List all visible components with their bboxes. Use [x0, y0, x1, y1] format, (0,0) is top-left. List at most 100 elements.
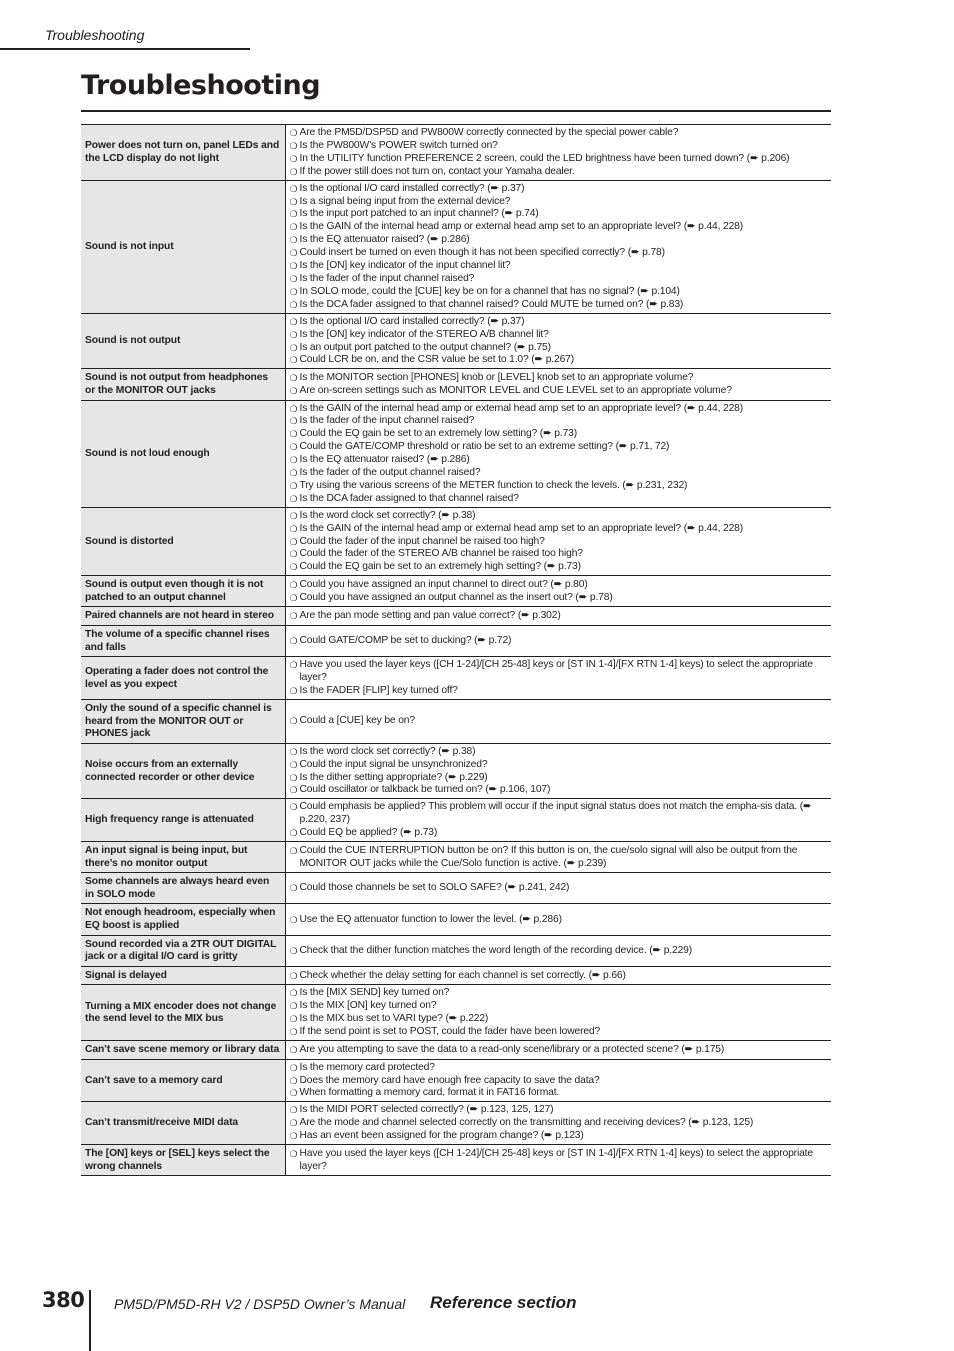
circle-bullet-icon: ❍ — [289, 970, 298, 981]
circle-bullet-icon: ❍ — [289, 316, 298, 327]
check-item: ❍ Is the word clock set correctly? (➨ p.3… — [290, 746, 832, 759]
checks-cell: ❍ Are you attempting to save the data to … — [285, 1041, 831, 1060]
circle-bullet-icon: ❍ — [289, 342, 298, 353]
circle-bullet-icon: ❍ — [289, 1148, 298, 1159]
section-name: Reference section — [430, 1293, 577, 1312]
check-item: ❍ Use the EQ attenuator function to lower… — [290, 914, 832, 927]
check-text: Is the [ON] key indicator of the input c… — [299, 260, 511, 272]
checks-cell: ❍ Are the PM5D/DSP5D and PW800W correctly… — [285, 125, 831, 181]
table-row: Sound is distorted ❍ Is the word clock set… — [81, 507, 831, 576]
circle-bullet-icon: ❍ — [289, 209, 298, 220]
checks-cell: ❍ Have you used the layer keys ([CH 1-24]… — [285, 657, 831, 700]
check-item: ❍ Is the fader of the input channel raise… — [290, 415, 832, 428]
check-text: Is the GAIN of the internal head amp or … — [299, 522, 744, 534]
check-item: ❍ Could a [CUE] key be on? — [290, 715, 832, 728]
problem-cell: Can’t transmit/receive MIDI data — [81, 1101, 286, 1145]
check-item: ❍ Is the memory card protected? — [290, 1062, 832, 1075]
table-row: Noise occurs from an externally connecte… — [81, 743, 831, 799]
table-row: Turning a MIX encoder does not change th… — [81, 984, 831, 1041]
table-row: Can’t save to a memory card ❍ Is the memor… — [81, 1059, 831, 1102]
check-text: Try using the various screens of the MET… — [299, 479, 688, 491]
check-text: Could the fader of the STEREO A/B channe… — [299, 548, 584, 560]
circle-bullet-icon: ❍ — [289, 1044, 298, 1055]
circle-bullet-icon: ❍ — [289, 385, 298, 396]
check-text: Could emphasis be applied? This problem … — [299, 801, 812, 826]
circle-bullet-icon: ❍ — [289, 914, 298, 925]
circle-bullet-icon: ❍ — [289, 429, 298, 440]
check-text: Is the GAIN of the internal head amp or … — [299, 221, 744, 233]
checks-cell: ❍ Is the optional I/O card installed corr… — [285, 313, 831, 369]
check-item: ❍ Is the input port patched to an input c… — [290, 208, 832, 221]
table-row: An input signal is being input, but ther… — [81, 841, 832, 873]
check-text: Is the EQ attenuator raised? (➨ p.286) — [299, 454, 470, 466]
check-text: Is the dither setting appropriate? (➨ p.… — [299, 771, 488, 783]
check-text: If the power still does not turn on, con… — [299, 165, 575, 177]
check-item: ❍ Is the dither setting appropriate? (➨ p… — [290, 772, 832, 785]
circle-bullet-icon: ❍ — [289, 1088, 298, 1099]
check-text: Is the GAIN of the internal head amp or … — [299, 402, 744, 414]
check-text: Is the MIX [ON] key turned on? — [299, 1000, 437, 1012]
checks-cell: ❍ Check whether the delay setting for eac… — [285, 966, 831, 985]
check-text: In SOLO mode, could the [CUE] key be on … — [299, 285, 680, 297]
check-item: ❍ Is a signal being input from the extern… — [290, 196, 832, 209]
problem-cell: The [ON] keys or [SEL] keys select the w… — [81, 1144, 286, 1176]
table-row: Sound recorded via a 2TR OUT DIGITAL jac… — [81, 935, 831, 967]
check-text: Could the GATE/COMP threshold or ratio b… — [299, 441, 670, 453]
checks-cell: ❍ Could GATE/COMP be set to ducking? (➨ p… — [285, 626, 831, 657]
circle-bullet-icon: ❍ — [289, 759, 298, 770]
check-item: ❍ Is the EQ attenuator raised? (➨ p.286) — [290, 454, 832, 467]
check-text: Is the MIDI PORT selected correctly? (➨ … — [299, 1104, 554, 1116]
check-item: ❍ Could the fader of the STEREO A/B chann… — [290, 548, 832, 561]
check-text: Is the MONITOR section [PHONES] knob or … — [299, 372, 694, 383]
check-text: Is the word clock set correctly? (➨ p.38… — [299, 745, 476, 757]
check-text: Are on-screen settings such as MONITOR L… — [299, 384, 732, 396]
checks-cell: ❍ Is the word clock set correctly? (➨ p.3… — [285, 743, 831, 799]
circle-bullet-icon: ❍ — [289, 248, 298, 259]
check-text: Have you used the layer keys ([CH 1-24]/… — [299, 659, 814, 684]
check-text: Could oscillator or talkback be turned o… — [299, 784, 551, 796]
check-item: ❍ Is the [ON] key indicator of the input … — [290, 260, 832, 273]
check-text: Is the EQ attenuator raised? (➨ p.286) — [299, 234, 470, 246]
problem-cell: Can’t save scene memory or library data — [81, 1040, 286, 1060]
check-item: ❍ Has an event been assigned for the prog… — [290, 1130, 832, 1143]
check-text: Is an output port patched to the output … — [299, 341, 552, 353]
table-row: Some channels are always heard even in S… — [81, 872, 832, 904]
circle-bullet-icon: ❍ — [289, 329, 298, 340]
problem-cell: Paired channels are not heard in stereo — [81, 606, 286, 626]
table-row: Operating a fader does not control the l… — [81, 656, 831, 700]
checks-cell: ❍ Use the EQ attenuator function to lower… — [285, 904, 831, 935]
checks-cell: ❍ Check that the dither function matches … — [285, 935, 831, 966]
check-item: ❍ Could those channels be set to SOLO SAF… — [290, 882, 832, 895]
table-row: Sound is output even though it is not pa… — [81, 575, 831, 607]
check-item: ❍ Is the PW800W’s POWER switch turned on? — [290, 140, 832, 153]
checks-cell: ❍ Is the [MIX SEND] key turned on? ❍ Is the… — [285, 985, 831, 1041]
check-item: ❍ Could the EQ gain be set to an extremel… — [290, 561, 832, 574]
checks-cell: ❍ Have you used the layer keys ([CH 1-24]… — [285, 1145, 831, 1176]
table-row: High frequency range is attenuated ❍ Could… — [81, 798, 832, 842]
checks-cell: ❍ Is the MONITOR section [PHONES] knob or… — [285, 369, 831, 400]
table-row: Sound is not loud enough ❍ Is the GAIN of … — [81, 400, 832, 508]
check-text: Is the PW800W’s POWER switch turned on? — [299, 139, 498, 151]
check-item: ❍ Could the CUE INTERRUPTION button be on… — [290, 845, 832, 871]
circle-bullet-icon: ❍ — [289, 403, 298, 414]
problem-cell: The volume of a specific channel rises a… — [81, 625, 286, 657]
check-text: Is the optional I/O card installed corre… — [299, 315, 525, 327]
circle-bullet-icon: ❍ — [289, 611, 298, 622]
problem-cell: Noise occurs from an externally connecte… — [81, 743, 286, 799]
check-text: If the send point is set to POST, could … — [299, 1026, 601, 1038]
check-text: Is the FADER [FLIP] key turned off? — [299, 685, 458, 697]
circle-bullet-icon: ❍ — [289, 166, 298, 177]
problem-cell: Sound is not loud enough — [81, 400, 286, 508]
circle-bullet-icon: ❍ — [289, 746, 298, 757]
check-item: ❍ Could emphasis be applied? This problem… — [290, 801, 832, 827]
check-item: ❍ Check whether the delay setting for eac… — [290, 970, 832, 983]
checks-cell: ❍ Could you have assigned an input channe… — [285, 576, 831, 607]
check-text: Is the fader of the input channel raised… — [299, 272, 475, 284]
circle-bullet-icon: ❍ — [289, 493, 298, 504]
circle-bullet-icon: ❍ — [289, 562, 298, 573]
table-row: Sound is not output ❍ Is the optional I/O … — [81, 313, 831, 369]
table-row: Can’t transmit/receive MIDI data ❍ Is the … — [81, 1101, 832, 1145]
circle-bullet-icon: ❍ — [289, 286, 298, 297]
circle-bullet-icon: ❍ — [289, 536, 298, 547]
circle-bullet-icon: ❍ — [289, 373, 298, 383]
